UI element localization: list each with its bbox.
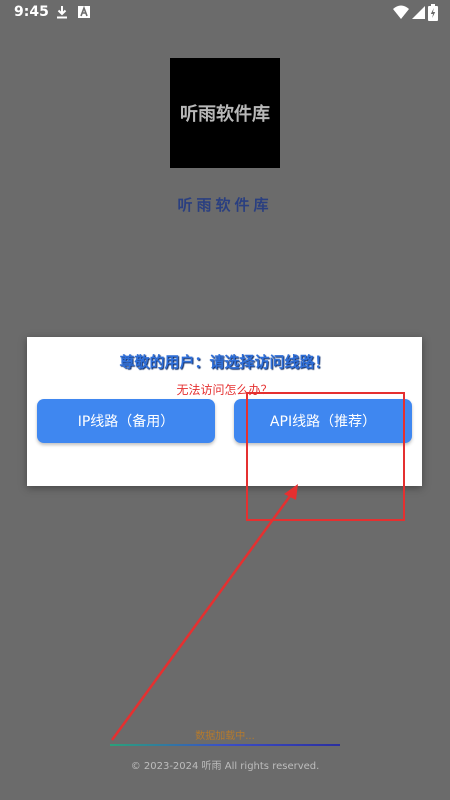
download-icon bbox=[54, 4, 70, 20]
ip-route-button-label: IP线路（备用） bbox=[77, 414, 175, 430]
route-select-dialog: 尊敬的用户：请选择访问线路！ 无法访问怎么办？ IP线路（备用） API线路（推… bbox=[27, 337, 422, 486]
app-notification-icon bbox=[76, 4, 92, 20]
app-logo: 听雨软件库 bbox=[170, 58, 280, 168]
loading-text: 数据加载中... bbox=[195, 731, 255, 742]
logo-text: 听雨软件库 bbox=[180, 104, 270, 125]
help-link[interactable]: 无法访问怎么办？ bbox=[27, 381, 422, 398]
annotation-arrow-head bbox=[284, 484, 298, 500]
app-screen: 9:45 听雨软件库 听雨软件库 尊敬的用户：请选择访问线路！ 无法访问怎么办？… bbox=[0, 0, 450, 800]
loading-progress-fill bbox=[110, 744, 340, 746]
copyright-footer: © 2023-2024 听雨 All rights reserved. bbox=[130, 761, 320, 772]
status-time: 9:45 bbox=[14, 4, 49, 20]
api-route-button-label: API线路（推荐） bbox=[269, 414, 377, 430]
signal-icon bbox=[410, 4, 426, 20]
app-name: 听雨软件库 bbox=[177, 196, 273, 214]
loading-progress-bar bbox=[110, 744, 340, 746]
annotation-arrow-line bbox=[110, 491, 295, 741]
wifi-icon bbox=[392, 4, 410, 20]
dialog-title: 尊敬的用户：请选择访问线路！ bbox=[119, 353, 330, 371]
status-bar: 9:45 bbox=[0, 0, 450, 26]
ip-route-button[interactable]: IP线路（备用） bbox=[37, 399, 215, 443]
api-route-button[interactable]: API线路（推荐） bbox=[234, 399, 412, 443]
battery-charging-icon bbox=[428, 4, 438, 21]
